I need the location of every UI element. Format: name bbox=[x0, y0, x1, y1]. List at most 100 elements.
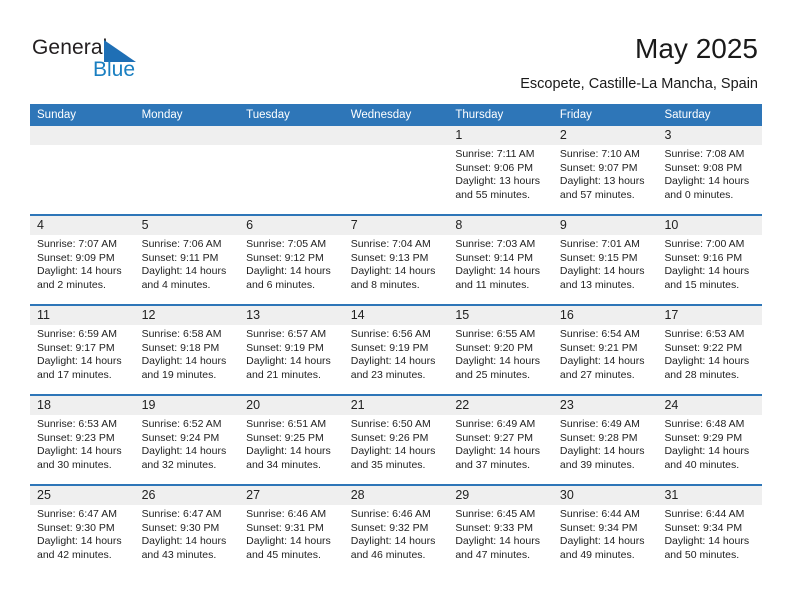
sunset-text: Sunset: 9:22 PM bbox=[664, 341, 743, 354]
daylight-text-line1: Daylight: 14 hours bbox=[664, 445, 750, 458]
day-cell[interactable]: 26 Sunrise: 6:47 AM Sunset: 9:30 PM Dayligh… bbox=[134, 486, 240, 574]
day-cell[interactable]: 7 Sunrise: 7:04 AM Sunset: 9:13 PM Daylight… bbox=[343, 216, 449, 304]
daylight-text-line2: and 17 minutes. bbox=[37, 368, 112, 381]
sunset-text: Sunset: 9:27 PM bbox=[455, 431, 533, 444]
daylight-text-line2: and 39 minutes. bbox=[559, 458, 635, 471]
daylight-text-line1: Daylight: 14 hours bbox=[455, 355, 540, 368]
day-number: 27 bbox=[246, 488, 261, 502]
day-number: 18 bbox=[37, 398, 51, 412]
day-number-strip: 5 bbox=[134, 216, 240, 235]
day-cell[interactable]: 8 Sunrise: 7:03 AM Sunset: 9:14 PM Daylight… bbox=[448, 216, 553, 304]
day-cell[interactable]: 14 Sunrise: 6:56 AM Sunset: 9:19 PM Dayligh… bbox=[343, 306, 449, 394]
day-number-strip: 19 bbox=[134, 396, 240, 415]
daylight-text-line1: Daylight: 14 hours bbox=[246, 265, 331, 278]
day-cell[interactable]: 29 Sunrise: 6:45 AM Sunset: 9:33 PM Dayligh… bbox=[448, 486, 553, 574]
sunrise-text: Sunrise: 6:48 AM bbox=[664, 418, 745, 430]
day-number-strip: 21 bbox=[343, 396, 449, 415]
sunrise-text: Sunrise: 6:50 AM bbox=[350, 418, 431, 430]
day-number: 13 bbox=[246, 308, 261, 322]
daylight-text-line2: and 8 minutes. bbox=[350, 278, 420, 291]
calendar-week-row: 1 Sunrise: 7:11 AM Sunset: 9:06 PM Daylight… bbox=[30, 126, 763, 214]
daylight-text-line2: and 11 minutes. bbox=[455, 278, 530, 291]
day-cell[interactable]: 1 Sunrise: 7:11 AM Sunset: 9:06 PM Daylight… bbox=[448, 126, 553, 214]
sunset-text: Sunset: 9:32 PM bbox=[350, 521, 429, 534]
sunrise-text: Sunrise: 7:06 AM bbox=[141, 238, 222, 250]
day-cell[interactable]: 13 Sunrise: 6:57 AM Sunset: 9:19 PM Dayligh… bbox=[239, 306, 344, 394]
sunset-text: Sunset: 9:12 PM bbox=[246, 251, 324, 264]
day-details: Sunrise: 6:44 AM Sunset: 9:34 PM Daylight:… bbox=[657, 505, 762, 562]
day-number: 9 bbox=[559, 218, 567, 232]
day-cell[interactable]: 22 Sunrise: 6:49 AM Sunset: 9:27 PM Dayligh… bbox=[448, 396, 553, 484]
day-cell[interactable]: 27 Sunrise: 6:46 AM Sunset: 9:31 PM Dayligh… bbox=[239, 486, 344, 574]
sunrise-text: Sunrise: 6:44 AM bbox=[664, 508, 745, 520]
day-cell[interactable]: 6 Sunrise: 7:05 AM Sunset: 9:12 PM Daylight… bbox=[239, 216, 344, 304]
sunset-text: Sunset: 9:30 PM bbox=[141, 521, 220, 534]
daylight-text-line1: Daylight: 14 hours bbox=[664, 175, 750, 188]
day-cell[interactable]: 20 Sunrise: 6:51 AM Sunset: 9:25 PM Dayligh… bbox=[239, 396, 344, 484]
day-details: Sunrise: 7:01 AM Sunset: 9:15 PM Daylight:… bbox=[553, 235, 658, 292]
daylight-text-line2: and 47 minutes. bbox=[455, 548, 531, 561]
sunrise-text: Sunrise: 6:49 AM bbox=[559, 418, 640, 430]
daylight-text-line1: Daylight: 14 hours bbox=[350, 445, 436, 458]
day-cell[interactable]: 31 Sunrise: 6:44 AM Sunset: 9:34 PM Dayligh… bbox=[657, 486, 763, 574]
day-cell[interactable]: 25 Sunrise: 6:47 AM Sunset: 9:30 PM Dayligh… bbox=[30, 486, 135, 574]
daylight-text-line2: and 50 minutes. bbox=[664, 548, 740, 561]
sunset-text: Sunset: 9:13 PM bbox=[350, 251, 429, 264]
day-cell[interactable]: 21 Sunrise: 6:50 AM Sunset: 9:26 PM Dayligh… bbox=[343, 396, 449, 484]
day-number: 23 bbox=[559, 398, 574, 412]
daylight-text-line1: Daylight: 14 hours bbox=[664, 535, 750, 548]
day-number: 15 bbox=[455, 308, 470, 322]
day-cell[interactable]: 3 Sunrise: 7:08 AM Sunset: 9:08 PM Daylight… bbox=[657, 126, 763, 214]
daylight-text-line1: Daylight: 14 hours bbox=[350, 355, 436, 368]
day-cell[interactable]: 11 Sunrise: 6:59 AM Sunset: 9:17 PM Dayligh… bbox=[30, 306, 135, 394]
day-cell[interactable]: 30 Sunrise: 6:44 AM Sunset: 9:34 PM Dayligh… bbox=[552, 486, 658, 574]
day-number: 20 bbox=[246, 398, 261, 412]
sunrise-text: Sunrise: 6:58 AM bbox=[141, 328, 222, 340]
day-details: Sunrise: 6:46 AM Sunset: 9:31 PM Daylight:… bbox=[239, 505, 344, 562]
daylight-text-line1: Daylight: 14 hours bbox=[559, 535, 645, 548]
day-cell[interactable]: 18 Sunrise: 6:53 AM Sunset: 9:23 PM Dayligh… bbox=[30, 396, 135, 484]
sunrise-text: Sunrise: 6:56 AM bbox=[350, 328, 431, 340]
day-cell[interactable]: 15 Sunrise: 6:55 AM Sunset: 9:20 PM Dayligh… bbox=[448, 306, 553, 394]
day-cell[interactable]: 17 Sunrise: 6:53 AM Sunset: 9:22 PM Dayligh… bbox=[657, 306, 763, 394]
daylight-text-line1: Daylight: 14 hours bbox=[559, 445, 645, 458]
day-number-strip bbox=[30, 126, 135, 145]
daylight-text-line2: and 23 minutes. bbox=[350, 368, 426, 381]
daylight-text-line2: and 13 minutes. bbox=[559, 278, 635, 291]
day-details: Sunrise: 6:54 AM Sunset: 9:21 PM Daylight:… bbox=[553, 325, 658, 382]
day-cell[interactable]: 4 Sunrise: 7:07 AM Sunset: 9:09 PM Daylight… bbox=[30, 216, 135, 304]
sunrise-text: Sunrise: 6:53 AM bbox=[664, 328, 745, 340]
day-cell[interactable]: 16 Sunrise: 6:54 AM Sunset: 9:21 PM Dayligh… bbox=[552, 306, 658, 394]
day-number-strip: 25 bbox=[30, 486, 135, 505]
daylight-text-line1: Daylight: 14 hours bbox=[664, 355, 750, 368]
day-cell[interactable]: 9 Sunrise: 7:01 AM Sunset: 9:15 PM Daylight… bbox=[552, 216, 658, 304]
daylight-text-line2: and 6 minutes. bbox=[246, 278, 316, 291]
day-cell[interactable]: 5 Sunrise: 7:06 AM Sunset: 9:11 PM Daylight… bbox=[134, 216, 240, 304]
day-number-strip: 16 bbox=[552, 306, 658, 325]
daylight-text-line1: Daylight: 14 hours bbox=[141, 265, 227, 278]
sunrise-text: Sunrise: 7:04 AM bbox=[350, 238, 431, 250]
day-cell[interactable]: 12 Sunrise: 6:58 AM Sunset: 9:18 PM Dayligh… bbox=[134, 306, 240, 394]
day-number-strip: 9 bbox=[552, 216, 658, 235]
sunset-text: Sunset: 9:34 PM bbox=[559, 521, 638, 534]
sunrise-text: Sunrise: 7:01 AM bbox=[559, 238, 640, 250]
day-cell-empty bbox=[239, 126, 344, 214]
day-details: Sunrise: 6:55 AM Sunset: 9:20 PM Daylight:… bbox=[448, 325, 553, 382]
day-cell[interactable]: 19 Sunrise: 6:52 AM Sunset: 9:24 PM Dayligh… bbox=[134, 396, 240, 484]
day-cell[interactable]: 23 Sunrise: 6:49 AM Sunset: 9:28 PM Dayligh… bbox=[552, 396, 658, 484]
day-cell[interactable]: 24 Sunrise: 6:48 AM Sunset: 9:29 PM Dayligh… bbox=[657, 396, 763, 484]
day-cell-empty bbox=[30, 126, 135, 214]
day-number: 29 bbox=[455, 488, 470, 502]
day-number-strip: 15 bbox=[448, 306, 553, 325]
day-cell[interactable]: 28 Sunrise: 6:46 AM Sunset: 9:32 PM Dayligh… bbox=[343, 486, 449, 574]
daylight-text-line2: and 21 minutes. bbox=[246, 368, 321, 381]
day-number-strip: 7 bbox=[343, 216, 449, 235]
weekday-header-friday: Friday bbox=[559, 109, 592, 121]
brand-logo[interactable]: General Blue bbox=[32, 36, 262, 88]
week-cells: 25 Sunrise: 6:47 AM Sunset: 9:30 PM Dayligh… bbox=[30, 486, 763, 574]
sunrise-text: Sunrise: 7:11 AM bbox=[455, 148, 535, 160]
sunrise-text: Sunrise: 6:47 AM bbox=[141, 508, 222, 520]
day-cell[interactable]: 10 Sunrise: 7:00 AM Sunset: 9:16 PM Dayligh… bbox=[657, 216, 763, 304]
day-number: 4 bbox=[37, 218, 44, 232]
day-cell[interactable]: 2 Sunrise: 7:10 AM Sunset: 9:07 PM Daylight… bbox=[552, 126, 658, 214]
